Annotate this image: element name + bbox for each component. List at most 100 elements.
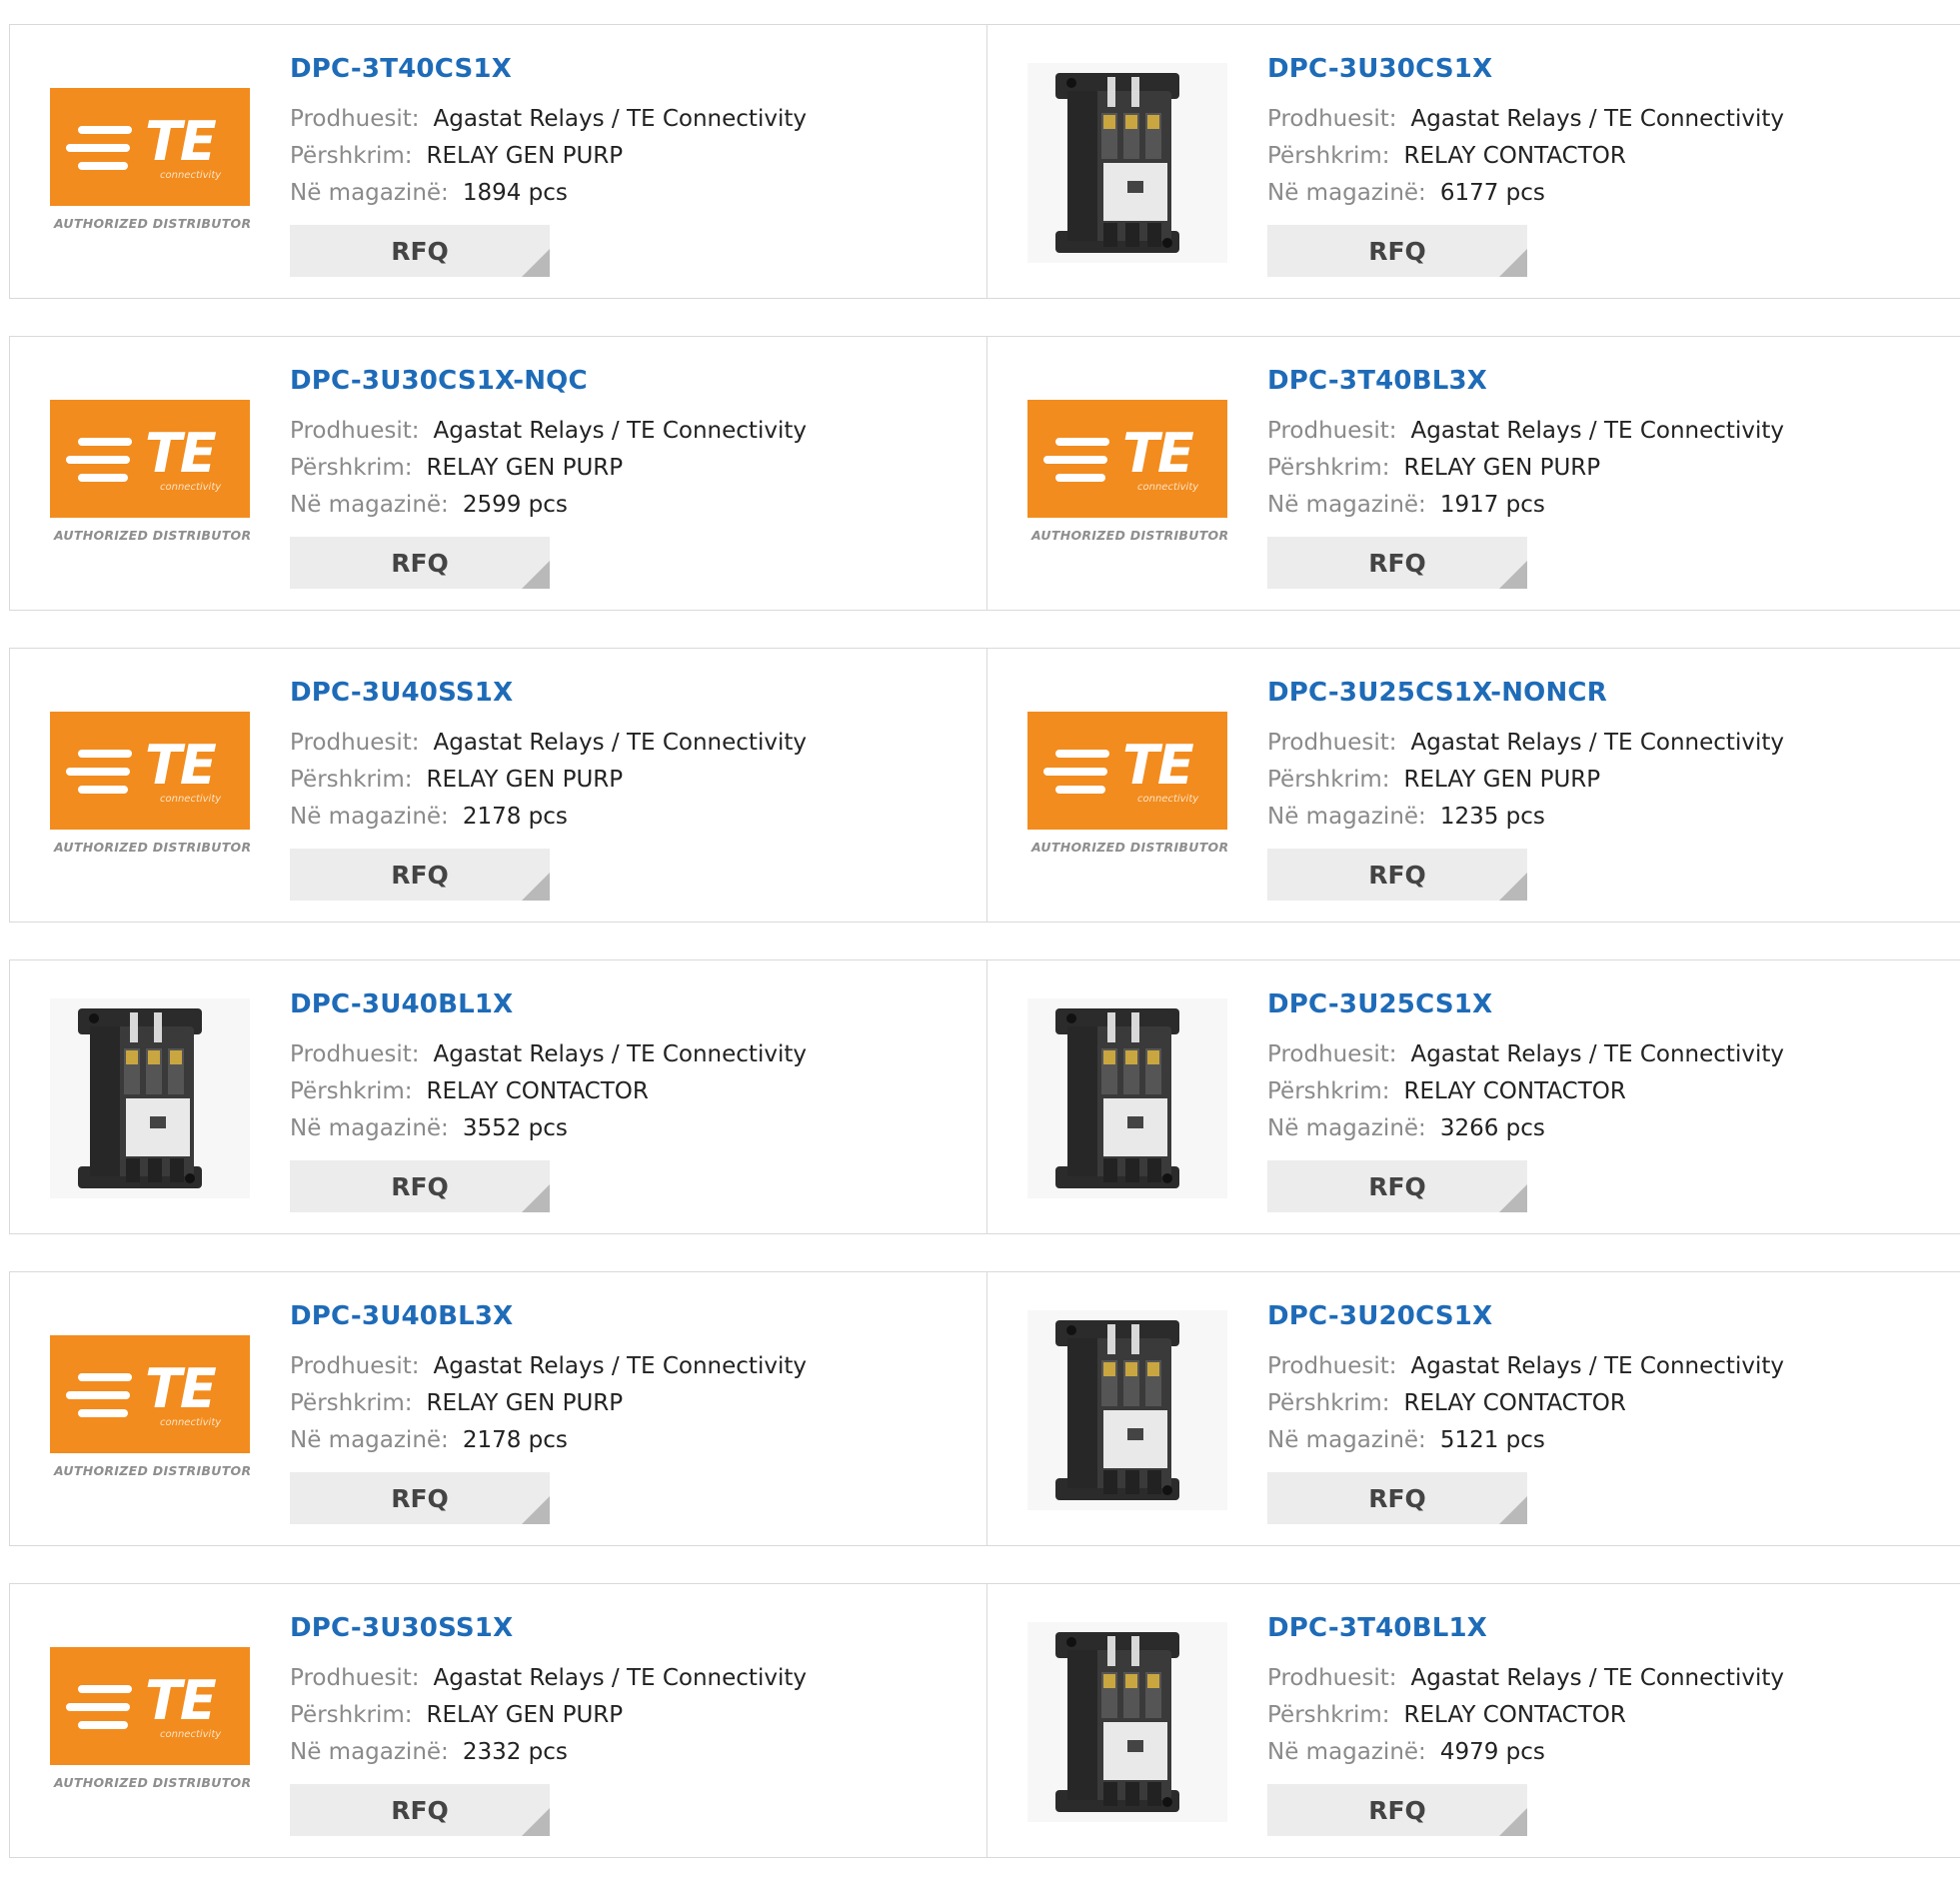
product-image[interactable]: TE connectivity AUTHORIZED DISTRIBUTOR bbox=[50, 1622, 251, 1822]
authorized-distributor-text: AUTHORIZED DISTRIBUTOR bbox=[54, 840, 252, 855]
product-image[interactable] bbox=[1027, 1622, 1227, 1822]
rfq-label: RFQ bbox=[391, 548, 449, 578]
part-number-link[interactable]: DPC-3U20CS1X bbox=[1267, 1301, 1492, 1331]
product-card: DPC-3U25CS1X Prodhuesit: Agastat Relays /… bbox=[987, 960, 1960, 1233]
stock-row: Në magazinë: 3266 pcs bbox=[1267, 1115, 1545, 1141]
rfq-label: RFQ bbox=[391, 1483, 449, 1513]
logo-sub: connectivity bbox=[160, 482, 222, 493]
stock-label: Në magazinë: bbox=[290, 1739, 449, 1765]
description-value: RELAY GEN PURP bbox=[1403, 767, 1601, 793]
rfq-button[interactable]: RFQ bbox=[1267, 1472, 1527, 1524]
manufacturer-value: Agastat Relays / TE Connectivity bbox=[433, 1041, 807, 1067]
part-number-link[interactable]: DPC-3U30SS1X bbox=[290, 1613, 513, 1643]
te-connectivity-logo: TE connectivity AUTHORIZED DISTRIBUTOR bbox=[1027, 712, 1228, 862]
manufacturer-value: Agastat Relays / TE Connectivity bbox=[433, 418, 807, 444]
stock-label: Në magazinë: bbox=[1267, 1427, 1426, 1453]
description-row: Përshkrim: RELAY GEN PURP bbox=[1267, 767, 1600, 793]
rfq-label: RFQ bbox=[1368, 236, 1426, 266]
rfq-button[interactable]: RFQ bbox=[290, 849, 550, 901]
manufacturer-row: Prodhuesit: Agastat Relays / TE Connectiv… bbox=[290, 1353, 807, 1379]
description-value: RELAY GEN PURP bbox=[426, 767, 624, 793]
corner-triangle-icon bbox=[1499, 561, 1527, 589]
te-connectivity-logo: TE connectivity AUTHORIZED DISTRIBUTOR bbox=[1027, 400, 1228, 550]
description-row: Përshkrim: RELAY GEN PURP bbox=[1267, 455, 1600, 481]
rfq-button[interactable]: RFQ bbox=[1267, 1160, 1527, 1212]
stock-value: 1894 pcs bbox=[462, 180, 568, 206]
manufacturer-row: Prodhuesit: Agastat Relays / TE Connectiv… bbox=[1267, 1665, 1784, 1691]
stock-value: 1235 pcs bbox=[1439, 804, 1545, 830]
description-value: RELAY CONTACTOR bbox=[1403, 1078, 1626, 1104]
part-number-link[interactable]: DPC-3T40BL3X bbox=[1267, 366, 1487, 396]
product-card: TE connectivity AUTHORIZED DISTRIBUTOR DPC… bbox=[10, 25, 987, 298]
part-number-link[interactable]: DPC-3U25CS1X-NONCR bbox=[1267, 678, 1607, 708]
rfq-button[interactable]: RFQ bbox=[290, 1784, 550, 1836]
logo-brand: TE bbox=[145, 1669, 217, 1732]
product-image[interactable]: TE connectivity AUTHORIZED DISTRIBUTOR bbox=[1027, 375, 1228, 575]
product-image[interactable] bbox=[1027, 1310, 1227, 1510]
product-image[interactable]: TE connectivity AUTHORIZED DISTRIBUTOR bbox=[50, 1310, 252, 1510]
description-row: Përshkrim: RELAY CONTACTOR bbox=[1267, 143, 1626, 169]
description-row: Përshkrim: RELAY GEN PURP bbox=[290, 143, 623, 169]
part-number-link[interactable]: DPC-3T40BL1X bbox=[1267, 1613, 1487, 1643]
rfq-button[interactable]: RFQ bbox=[290, 225, 550, 277]
manufacturer-label: Prodhuesit: bbox=[290, 1353, 420, 1379]
rfq-button[interactable]: RFQ bbox=[1267, 1784, 1527, 1836]
logo-brand: TE bbox=[145, 734, 217, 797]
rfq-label: RFQ bbox=[1368, 548, 1426, 578]
manufacturer-label: Prodhuesit: bbox=[1267, 418, 1397, 444]
stock-value: 6177 pcs bbox=[1439, 180, 1545, 206]
corner-triangle-icon bbox=[1499, 1808, 1527, 1836]
part-number-link[interactable]: DPC-3U30CS1X-NQC bbox=[290, 366, 588, 396]
part-number-link[interactable]: DPC-3U40SS1X bbox=[290, 678, 513, 708]
product-card: DPC-3U40BL1X Prodhuesit: Agastat Relays /… bbox=[10, 960, 987, 1233]
product-image[interactable]: TE connectivity AUTHORIZED DISTRIBUTOR bbox=[50, 687, 252, 887]
manufacturer-row: Prodhuesit: Agastat Relays / TE Connectiv… bbox=[1267, 730, 1784, 756]
product-row: TE connectivity AUTHORIZED DISTRIBUTOR DPC… bbox=[9, 1583, 1960, 1858]
rfq-label: RFQ bbox=[1368, 860, 1426, 890]
product-image[interactable] bbox=[50, 998, 250, 1198]
stock-label: Në magazinë: bbox=[290, 180, 449, 206]
product-card: TE connectivity AUTHORIZED DISTRIBUTOR DPC… bbox=[10, 1584, 987, 1857]
rfq-button[interactable]: RFQ bbox=[290, 1472, 550, 1524]
product-image[interactable]: TE connectivity AUTHORIZED DISTRIBUTOR bbox=[50, 63, 251, 263]
product-image[interactable]: TE connectivity AUTHORIZED DISTRIBUTOR bbox=[1027, 687, 1228, 887]
contactor-photo-icon bbox=[1027, 998, 1227, 1198]
authorized-distributor-text: AUTHORIZED DISTRIBUTOR bbox=[54, 1463, 252, 1478]
description-label: Përshkrim: bbox=[290, 767, 413, 793]
product-image[interactable] bbox=[1027, 998, 1227, 1198]
manufacturer-row: Prodhuesit: Agastat Relays / TE Connectiv… bbox=[1267, 1041, 1784, 1067]
product-card: DPC-3U30CS1X Prodhuesit: Agastat Relays /… bbox=[987, 25, 1960, 298]
description-value: RELAY CONTACTOR bbox=[1403, 1702, 1626, 1728]
manufacturer-value: Agastat Relays / TE Connectivity bbox=[1410, 1665, 1784, 1691]
part-number-link[interactable]: DPC-3U25CS1X bbox=[1267, 989, 1492, 1019]
rfq-button[interactable]: RFQ bbox=[290, 1160, 550, 1212]
product-image[interactable] bbox=[1027, 63, 1227, 263]
stock-value: 2599 pcs bbox=[462, 492, 568, 518]
stock-label: Në magazinë: bbox=[1267, 1115, 1426, 1141]
part-number-link[interactable]: DPC-3U40BL1X bbox=[290, 989, 513, 1019]
product-row: TE connectivity AUTHORIZED DISTRIBUTOR DPC… bbox=[9, 648, 1960, 923]
corner-triangle-icon bbox=[522, 1808, 550, 1836]
description-value: RELAY CONTACTOR bbox=[1403, 143, 1626, 169]
description-row: Përshkrim: RELAY CONTACTOR bbox=[1267, 1390, 1626, 1416]
description-label: Përshkrim: bbox=[1267, 1702, 1390, 1728]
rfq-button[interactable]: RFQ bbox=[1267, 849, 1527, 901]
description-label: Përshkrim: bbox=[1267, 1390, 1390, 1416]
product-image[interactable]: TE connectivity AUTHORIZED DISTRIBUTOR bbox=[50, 375, 251, 575]
corner-triangle-icon bbox=[522, 249, 550, 277]
rfq-label: RFQ bbox=[391, 236, 449, 266]
manufacturer-row: Prodhuesit: Agastat Relays / TE Connectiv… bbox=[290, 1665, 807, 1691]
stock-label: Në magazinë: bbox=[1267, 1739, 1426, 1765]
rfq-button[interactable]: RFQ bbox=[290, 537, 550, 589]
logo-box: TE connectivity bbox=[50, 1335, 250, 1453]
part-number-link[interactable]: DPC-3U30CS1X bbox=[1267, 54, 1492, 84]
part-number-link[interactable]: DPC-3U40BL3X bbox=[290, 1301, 513, 1331]
te-connectivity-logo: TE connectivity AUTHORIZED DISTRIBUTOR bbox=[50, 712, 252, 862]
logo-sub: connectivity bbox=[1137, 482, 1199, 493]
product-card: DPC-3U20CS1X Prodhuesit: Agastat Relays /… bbox=[987, 1272, 1960, 1545]
rfq-button[interactable]: RFQ bbox=[1267, 537, 1527, 589]
part-number-link[interactable]: DPC-3T40CS1X bbox=[290, 54, 512, 84]
rfq-button[interactable]: RFQ bbox=[1267, 225, 1527, 277]
logo-brand: TE bbox=[1122, 422, 1194, 485]
description-value: RELAY CONTACTOR bbox=[426, 1078, 649, 1104]
